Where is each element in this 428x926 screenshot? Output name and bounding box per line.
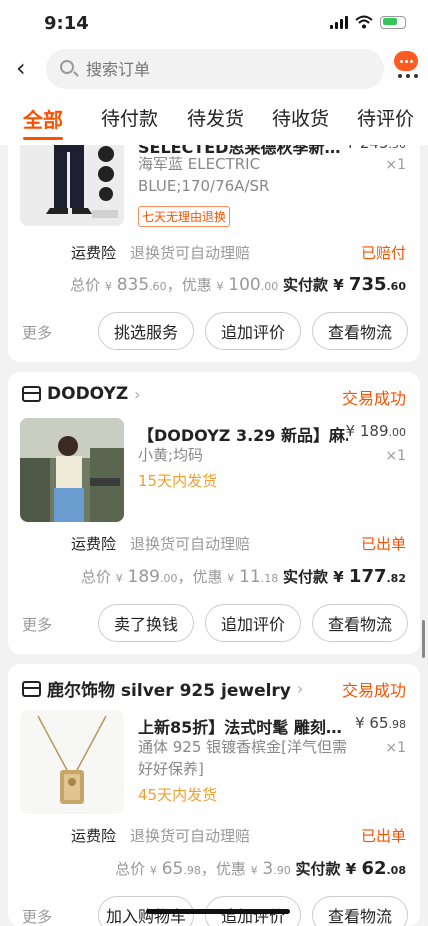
view-logistics-button[interactable]: 查看物流 bbox=[312, 896, 408, 926]
status-bar: 9:14 bbox=[0, 0, 428, 48]
add-review-button[interactable]: 追加评价 bbox=[205, 312, 301, 350]
order-status: 交易成功 bbox=[341, 681, 406, 700]
order-totals: 总价 ¥ 189.00，优惠 ¥ 11.18 实付款 ¥ 177.82 bbox=[80, 566, 406, 587]
search-row: ‹ bbox=[0, 48, 428, 92]
insurance-status: 已出单 bbox=[360, 535, 406, 553]
product-quantity: ×1 bbox=[385, 157, 406, 173]
shipping-insurance-label: 运费险 bbox=[71, 827, 117, 845]
chevron-right-icon: › bbox=[134, 384, 141, 404]
insurance-note: 退换货可自动理赔 bbox=[130, 827, 251, 845]
search-input[interactable] bbox=[86, 56, 366, 82]
more-link[interactable]: 更多 bbox=[22, 906, 52, 926]
scrollbar[interactable] bbox=[422, 620, 425, 658]
product-spec: 通体 925 银镀香槟金[洋气但需好好保养] bbox=[138, 738, 348, 778]
insurance-note: 退换货可自动理赔 bbox=[130, 244, 251, 262]
wifi-icon bbox=[355, 15, 373, 29]
insurance-note: 退换货可自动理赔 bbox=[130, 535, 251, 553]
chat-bubble-icon bbox=[394, 51, 418, 71]
product-quantity: ×1 bbox=[385, 448, 406, 464]
search-icon bbox=[60, 60, 74, 74]
product-title[interactable]: 上新85折】法式时髦 雕刻… bbox=[138, 714, 348, 738]
tab-pending-shipment[interactable]: 待发货 bbox=[187, 104, 244, 131]
shop-name-link[interactable]: 鹿尔饰物 silver 925 jewelry › bbox=[22, 676, 303, 701]
order-status: 交易成功 bbox=[341, 389, 406, 408]
order-card-3[interactable]: 鹿尔饰物 silver 925 jewelry › 交易成功 上新85折】法式时… bbox=[8, 664, 420, 926]
more-link[interactable]: 更多 bbox=[22, 614, 52, 635]
product-image-necklace[interactable] bbox=[20, 710, 124, 814]
return-policy-tag: 七天无理由退换 bbox=[138, 206, 231, 227]
home-indicator[interactable] bbox=[146, 909, 290, 914]
tab-pending-payment[interactable]: 待付款 bbox=[101, 104, 158, 131]
view-logistics-button[interactable]: 查看物流 bbox=[312, 312, 408, 350]
shipping-insurance-label: 运费险 bbox=[71, 535, 117, 553]
insurance-status: 已出单 bbox=[360, 827, 406, 845]
order-card-2[interactable]: DODOYZ › 交易成功 【DODOYZ 3.29 新品】麻… ¥ 189.0… bbox=[8, 372, 420, 654]
product-spec: 海军蓝 ELECTRIC BLUE;170/76A/SR bbox=[138, 155, 270, 195]
tab-pending-receipt[interactable]: 待收货 bbox=[272, 104, 329, 131]
order-tabs: 全部 待付款 待发货 待收货 待评价 bbox=[0, 104, 428, 140]
select-service-button[interactable]: 挑选服务 bbox=[98, 312, 194, 350]
status-time: 9:14 bbox=[44, 13, 89, 34]
chevron-right-icon: › bbox=[296, 679, 304, 698]
product-title[interactable]: 【DODOYZ 3.29 新品】麻… bbox=[138, 422, 348, 446]
order-totals: 总价 ¥ 835.60，优惠 ¥ 100.00 实付款 ¥ 735.60 bbox=[70, 274, 406, 295]
shipping-insurance-label: 运费险 bbox=[71, 244, 117, 262]
active-tab-underline bbox=[23, 137, 63, 140]
store-icon bbox=[22, 386, 41, 402]
more-link[interactable]: 更多 bbox=[22, 322, 52, 343]
shop-name-link[interactable]: DODOYZ › bbox=[22, 384, 141, 404]
more-dots-icon bbox=[394, 74, 422, 78]
order-totals: 总价 ¥ 65.98，优惠 ¥ 3.90 实付款 ¥ 62.08 bbox=[115, 858, 406, 879]
resell-button[interactable]: 卖了换钱 bbox=[98, 604, 194, 642]
product-quantity: ×1 bbox=[385, 740, 406, 756]
store-icon bbox=[22, 680, 41, 697]
product-price: ¥ 65.98 bbox=[355, 714, 406, 732]
cellular-signal-icon bbox=[330, 15, 348, 29]
add-review-button[interactable]: 追加评价 bbox=[205, 604, 301, 642]
product-spec: 小黄;均码 bbox=[138, 446, 204, 464]
view-logistics-button[interactable]: 查看物流 bbox=[312, 604, 408, 642]
messages-more-button[interactable] bbox=[394, 48, 422, 78]
shipping-time: 15天内发货 bbox=[138, 472, 218, 490]
tab-pending-review[interactable]: 待评价 bbox=[357, 104, 414, 131]
product-image-woman[interactable] bbox=[20, 418, 124, 522]
status-icons bbox=[330, 15, 406, 29]
insurance-status: 已赔付 bbox=[360, 244, 406, 262]
product-price: ¥ 189.00 bbox=[345, 422, 406, 440]
back-arrow-icon[interactable]: ‹ bbox=[16, 56, 26, 80]
header: 9:14 ‹ 全部 待付款 待发货 待收货 待评价 bbox=[0, 0, 428, 145]
shipping-time: 45天内发货 bbox=[138, 786, 218, 804]
search-box[interactable] bbox=[46, 49, 384, 89]
tab-all[interactable]: 全部 bbox=[23, 104, 63, 133]
battery-icon bbox=[380, 15, 406, 29]
